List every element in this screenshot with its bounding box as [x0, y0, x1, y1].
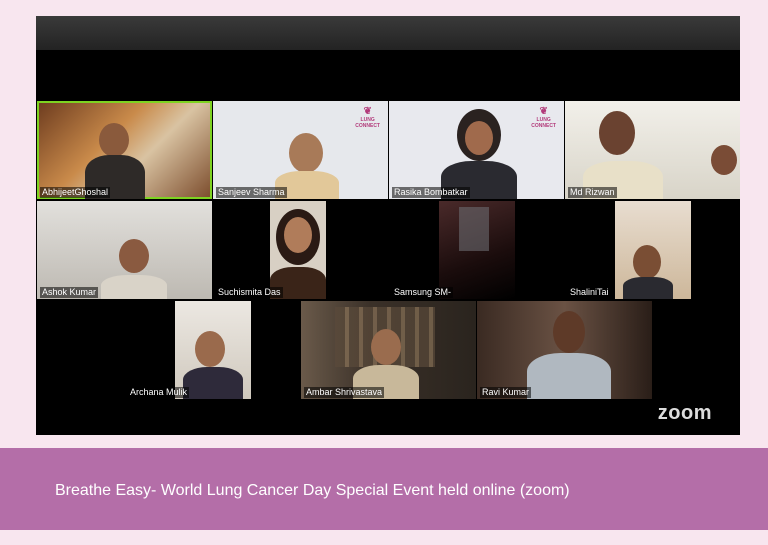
- participant-name: Archana Mulik: [128, 387, 190, 398]
- video-tile-rasika-bombatkar[interactable]: ❦ LUNG CONNECT Rasika Bombatkar: [389, 101, 564, 199]
- video-tile-archana-mulik[interactable]: Archana Mulik: [125, 301, 300, 399]
- video-tile-md-rizwan[interactable]: Md Rizwan: [565, 101, 740, 199]
- participant-name: ShaliniTai: [568, 287, 611, 298]
- video-tile-abhijeet-ghoshal[interactable]: AbhijeetGhoshal: [37, 101, 212, 199]
- participant-video: [439, 201, 515, 299]
- participant-name: Ambar Shrivastava: [304, 387, 385, 398]
- participant-video: [175, 301, 251, 399]
- participant-video: [615, 201, 691, 299]
- lung-connect-logo: ❦ LUNG CONNECT: [531, 106, 556, 130]
- participant-name: Ashok Kumar: [40, 287, 99, 298]
- participant-name: AbhijeetGhoshal: [40, 187, 111, 198]
- zoom-top-bar: [36, 16, 740, 50]
- event-caption: Breathe Easy- World Lung Cancer Day Spec…: [55, 482, 570, 499]
- participant-video: [270, 201, 326, 299]
- video-tile-shalini-tai[interactable]: ShaliniTai: [565, 201, 740, 299]
- video-tile-ravi-kumar[interactable]: Ravi Kumar: [477, 301, 652, 399]
- participant-name: Ravi Kumar: [480, 387, 532, 398]
- video-tile-samsung-sm[interactable]: Samsung SM-: [389, 201, 564, 299]
- caption-band: Breathe Easy- World Lung Cancer Day Spec…: [0, 448, 768, 530]
- zoom-meeting-window: AbhijeetGhoshal ❦ LUNG CONNECT Sanjeev S…: [36, 16, 740, 435]
- participant-name: Md Rizwan: [568, 187, 617, 198]
- video-tile-suchismita-das[interactable]: Suchismita Das: [213, 201, 388, 299]
- video-tile-ambar-shrivastava[interactable]: Ambar Shrivastava: [301, 301, 476, 399]
- participant-name: Suchismita Das: [216, 287, 283, 298]
- video-tile-ashok-kumar[interactable]: Ashok Kumar: [37, 201, 212, 299]
- zoom-logo: zoom: [657, 402, 712, 424]
- video-tile-sanjeev-sharma[interactable]: ❦ LUNG CONNECT Sanjeev Sharma: [213, 101, 388, 199]
- lung-connect-logo: ❦ LUNG CONNECT: [355, 106, 380, 130]
- participant-name: Rasika Bombatkar: [392, 187, 470, 198]
- participant-name: Samsung SM-: [392, 287, 454, 298]
- participant-name: Sanjeev Sharma: [216, 187, 287, 198]
